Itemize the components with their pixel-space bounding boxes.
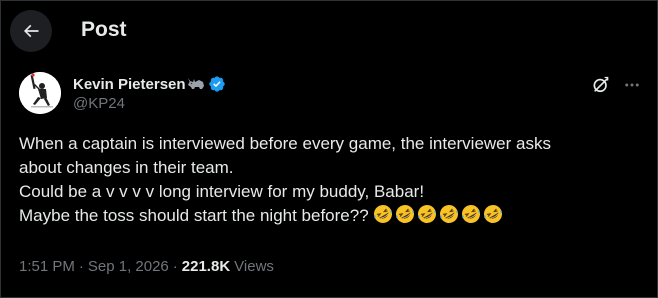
tweet-text: When a captain is interviewed before eve… (19, 132, 644, 228)
tweet-line: about changes in their team. (19, 158, 234, 177)
post-header: Post (0, 0, 658, 62)
rolling-on-floor-laughing-emoji-icon (439, 204, 459, 224)
rolling-on-floor-laughing-emoji-icon (417, 204, 437, 224)
rolling-on-floor-laughing-emoji-icon (483, 204, 503, 224)
author-handle[interactable]: @KP24 (73, 95, 125, 112)
grok-button[interactable] (590, 74, 612, 96)
back-button[interactable] (10, 10, 52, 52)
arrow-left-icon (23, 24, 39, 38)
tweet-date[interactable]: Sep 1, 2026 (88, 258, 169, 275)
tweet-line: When a captain is interviewed before eve… (19, 134, 551, 153)
rolling-on-floor-laughing-emoji-icon (461, 204, 481, 224)
page-title: Post (81, 18, 127, 41)
author-name-row: Kevin Pietersen (73, 73, 226, 95)
batsman-silhouette-icon (19, 72, 61, 114)
tweet-meta: 1:51 PM · Sep 1, 2026 · 221.8K Views (19, 258, 274, 275)
views-label: Views (234, 258, 274, 275)
tweet-line: Maybe the toss should start the night be… (19, 206, 369, 225)
author-display-name[interactable]: Kevin Pietersen (73, 76, 186, 93)
tweet-line: Could be a v v v v long interview for my… (19, 182, 425, 201)
rolling-on-floor-laughing-emoji-icon (395, 204, 415, 224)
meta-separator: · (172, 258, 178, 275)
emoji-row (373, 204, 505, 224)
views-count: 221.8K (181, 258, 231, 275)
meta-separator: · (78, 258, 84, 275)
more-horizontal-icon (625, 83, 639, 87)
rolling-on-floor-laughing-emoji-icon (373, 204, 393, 224)
more-options-button[interactable] (621, 74, 643, 96)
tweet-time[interactable]: 1:51 PM (19, 258, 75, 275)
rhino-emoji-icon (187, 76, 205, 92)
avatar[interactable] (19, 72, 61, 114)
verified-badge-icon[interactable] (208, 75, 226, 93)
grok-icon (593, 76, 609, 93)
tweet-line-with-emoji: Maybe the toss should start the night be… (19, 204, 644, 228)
